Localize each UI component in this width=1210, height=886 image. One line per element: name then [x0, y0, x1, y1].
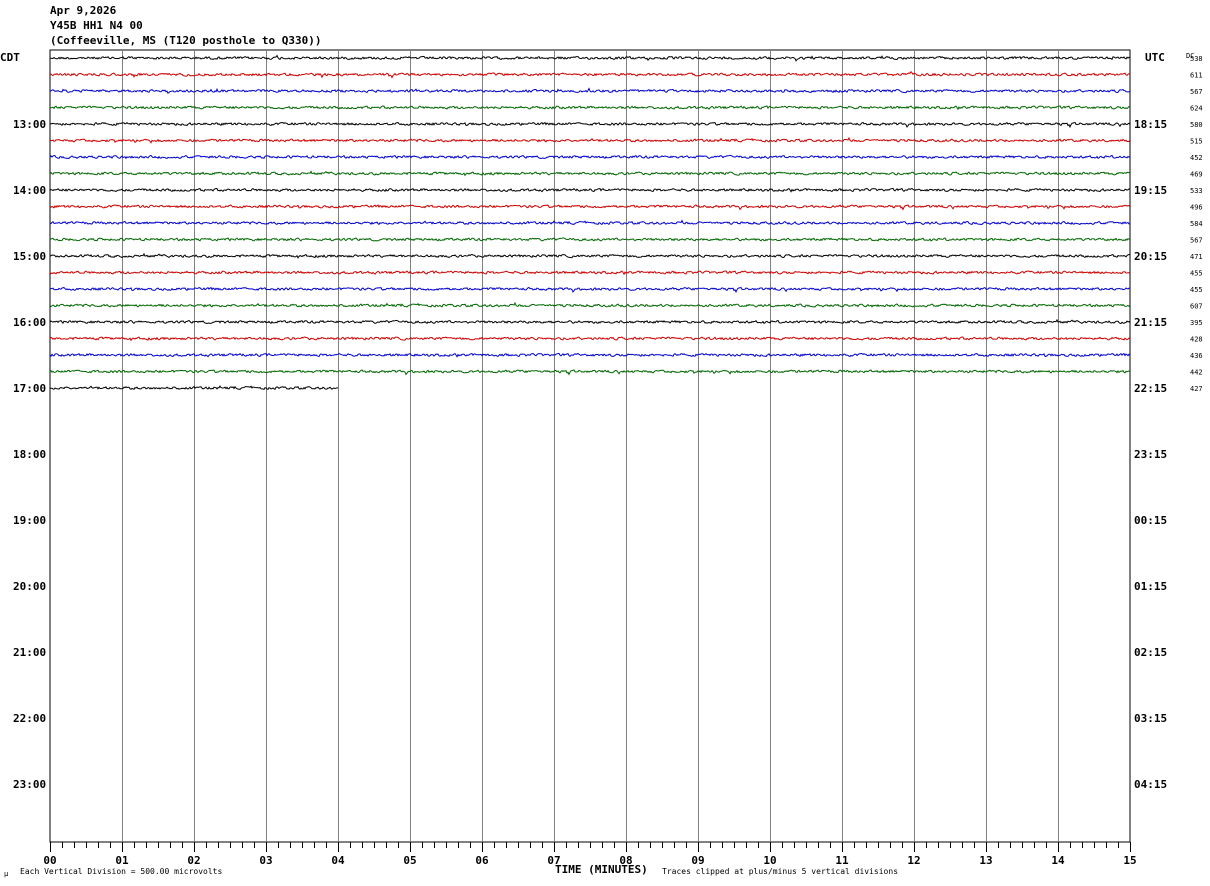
seismic-trace [49, 70, 1131, 79]
x-tick-label: 12 [907, 854, 920, 867]
hour-label-utc: 03:15 [1134, 712, 1167, 725]
dc-offset-label: 427 [1190, 385, 1203, 393]
hour-label-utc: 01:15 [1134, 580, 1167, 593]
dc-offset-label: 567 [1190, 88, 1203, 96]
dc-offset-label: 496 [1190, 204, 1203, 212]
seismogram-plot: 00 01 02 03 04 05 06 07 08 09 10 11 12 13 14 15CDT UTC DC… [0, 49, 1203, 878]
dc-offset-label: 428 [1190, 336, 1203, 344]
x-tick-label: 13 [979, 854, 992, 867]
x-tick-label: 15 [1123, 854, 1136, 867]
seismic-trace [49, 87, 1131, 94]
left-axis-label: CDT [0, 51, 20, 64]
seismic-trace [49, 336, 1131, 342]
seismic-trace [49, 121, 1131, 129]
x-tick-label: 00 [43, 854, 56, 867]
seismic-trace [49, 301, 1131, 308]
x-tick-label: 14 [1051, 854, 1065, 867]
dc-offset-label: 515 [1190, 138, 1203, 146]
dc-offset-label: 469 [1190, 171, 1203, 179]
seismic-trace [49, 252, 1131, 259]
scale-note: Each Vertical Division = 500.00 microvol… [20, 867, 222, 876]
seismic-trace [49, 204, 1131, 211]
dc-offset-label: 452 [1190, 154, 1203, 162]
seismic-trace [49, 219, 1131, 226]
dc-offset-label: 624 [1190, 105, 1203, 113]
x-tick-label: 10 [763, 854, 776, 867]
dc-offset-label: 533 [1190, 187, 1203, 195]
hour-label-cdt: 22:00 [13, 712, 46, 725]
dc-offset-label: 584 [1190, 220, 1203, 228]
dc-offset-label: 455 [1190, 286, 1203, 294]
hour-label-cdt: 18:00 [13, 448, 46, 461]
x-tick-label: 03 [259, 854, 272, 867]
seismic-trace [49, 54, 1131, 62]
dc-offset-label: 538 [1190, 55, 1203, 63]
dc-offset-label: 442 [1190, 369, 1203, 377]
hour-label-cdt: 15:00 [13, 250, 46, 263]
hour-label-cdt: 21:00 [13, 646, 46, 659]
hour-label-utc: 18:15 [1134, 118, 1167, 131]
hour-label-cdt: 23:00 [13, 778, 46, 791]
hour-label-cdt: 13:00 [13, 118, 46, 131]
hour-label-cdt: 17:00 [13, 382, 46, 395]
hour-label-cdt: 20:00 [13, 580, 46, 593]
dc-offset-label: 607 [1190, 303, 1203, 311]
hour-label-utc: 19:15 [1134, 184, 1167, 197]
dc-offset-label: 436 [1190, 352, 1203, 360]
x-tick-label: 06 [475, 854, 489, 867]
dc-offset-label: 580 [1190, 121, 1203, 129]
x-tick-label: 01 [115, 854, 129, 867]
hour-label-utc: 22:15 [1134, 382, 1167, 395]
x-tick-label: 04 [331, 854, 345, 867]
seismic-trace [49, 105, 1131, 111]
right-axis-label: UTC [1145, 51, 1165, 64]
seismic-trace [49, 270, 1131, 276]
hour-label-utc: 04:15 [1134, 778, 1167, 791]
dc-offset-label: 471 [1190, 253, 1203, 261]
dc-offset-label: 395 [1190, 319, 1203, 327]
dc-offset-label: 567 [1190, 237, 1203, 245]
hour-label-utc: 00:15 [1134, 514, 1167, 527]
x-tick-label: 02 [187, 854, 200, 867]
scale-mark: μ [4, 870, 9, 878]
dc-offset-label: 611 [1190, 72, 1203, 80]
clip-note: Traces clipped at plus/minus 5 vertical … [662, 867, 898, 876]
x-tick-label: 11 [835, 854, 849, 867]
seismic-trace [49, 187, 1131, 193]
seismic-trace [49, 237, 1131, 242]
plot-frame [49, 49, 1131, 843]
hour-label-utc: 21:15 [1134, 316, 1167, 329]
seismic-trace [50, 136, 1131, 144]
x-tick-label: 05 [403, 854, 416, 867]
hour-label-cdt: 14:00 [13, 184, 46, 197]
x-axis-title: TIME (MINUTES) [555, 863, 648, 876]
hour-label-utc: 23:15 [1134, 448, 1167, 461]
dc-offset-label: 455 [1190, 270, 1203, 278]
hour-label-utc: 02:15 [1134, 646, 1167, 659]
seismic-trace [49, 352, 1131, 358]
seismic-trace [49, 369, 1131, 376]
seismic-trace [49, 286, 1131, 294]
hour-label-cdt: 16:00 [13, 316, 46, 329]
hour-label-cdt: 19:00 [13, 514, 46, 527]
seismic-trace [49, 154, 1131, 160]
x-tick-label: 09 [691, 854, 704, 867]
seismic-trace [49, 170, 1131, 177]
hour-label-utc: 20:15 [1134, 250, 1167, 263]
seismic-trace [49, 318, 1131, 325]
